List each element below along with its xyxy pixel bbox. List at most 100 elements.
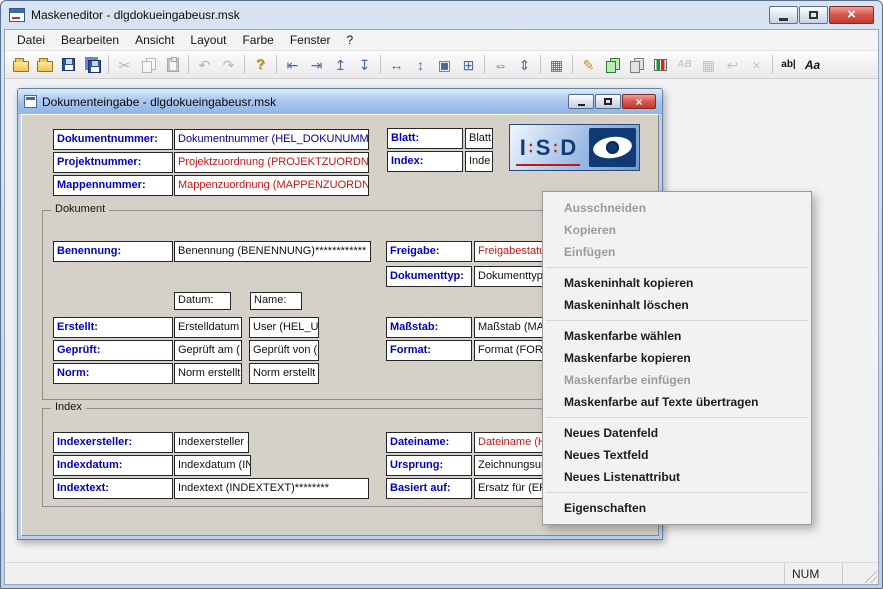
toolbar-separator: [188, 55, 189, 74]
same-width-icon: ↔: [390, 58, 404, 72]
context-item-maskeninhalt-löschen[interactable]: Maskeninhalt löschen: [544, 294, 810, 316]
mask-header-datum[interactable]: Datum:: [174, 292, 231, 310]
center-button[interactable]: ⊞: [457, 53, 480, 76]
same-size-button[interactable]: ▣: [433, 53, 456, 76]
child-maximize-button[interactable]: [595, 94, 621, 109]
context-item-neues-datenfeld[interactable]: Neues Datenfeld: [544, 422, 810, 444]
child-minimize-button[interactable]: [568, 94, 594, 109]
mask-field-indexersteller[interactable]: Indexersteller (: [174, 432, 249, 453]
align-left-button[interactable]: ⇤: [281, 53, 304, 76]
menu-datei[interactable]: Datei: [9, 31, 53, 49]
mask-header-name[interactable]: Name:: [250, 292, 302, 310]
mask-field-projektzuordnung[interactable]: Projektzuordnung (PROJEKTZUORDN: [174, 152, 369, 173]
grid-small-icon: ▦: [702, 58, 715, 72]
mask-field-indexdatum[interactable]: Indexdatum (IN: [174, 455, 251, 476]
main-titlebar[interactable]: Maskeneditor - dlgdokueingabeusr.msk ×: [1, 1, 882, 29]
mask-label-basiert-auf[interactable]: Basiert auf:: [386, 478, 472, 499]
mask-label-dateiname[interactable]: Dateiname:: [386, 432, 472, 453]
mask-field-index[interactable]: Inde: [465, 151, 493, 172]
resize-grip[interactable]: [862, 563, 878, 584]
mask-field-dokumentnummer[interactable]: Dokumentnummer (HEL_DOKUNUMME: [174, 129, 369, 150]
isd-logo[interactable]: I∶S∶D: [509, 124, 640, 171]
align-top-icon: ↥: [335, 58, 347, 72]
mask-label-ursprung[interactable]: Ursprung:: [386, 455, 472, 476]
mask-label-massstab[interactable]: Maßstab:: [386, 317, 472, 338]
align-right-button[interactable]: ⇥: [305, 53, 328, 76]
new-textfield-button[interactable]: Aa: [801, 53, 824, 76]
mask-label-geprueft[interactable]: Geprüft:: [53, 340, 173, 361]
help-button[interactable]: ?: [249, 53, 272, 76]
mask-field-norm-name[interactable]: Norm erstellt: [249, 363, 319, 384]
same-width-button[interactable]: ↔: [385, 53, 408, 76]
mask-label-norm[interactable]: Norm:: [53, 363, 173, 384]
tab-order-button[interactable]: ▦: [545, 53, 568, 76]
mask-label-mappennummer[interactable]: Mappennummer:: [53, 175, 173, 196]
menu-farbe[interactable]: Farbe: [234, 31, 281, 49]
menu-bearbeiten[interactable]: Bearbeiten: [53, 31, 127, 49]
save-all-button[interactable]: [81, 53, 104, 76]
space-across-button[interactable]: ⇔: [489, 53, 512, 76]
context-menu-separator: [546, 267, 808, 268]
cut-button: ✂: [113, 53, 136, 76]
context-item-maskeninhalt-kopieren[interactable]: Maskeninhalt kopieren: [544, 272, 810, 294]
mask-label-dokumenttyp[interactable]: Dokumenttyp:: [386, 266, 472, 287]
mask-label-indexdatum[interactable]: Indexdatum:: [53, 455, 173, 476]
copy-color-button[interactable]: [601, 53, 624, 76]
context-item-neues-listenattribut[interactable]: Neues Listenattribut: [544, 466, 810, 488]
mask-field-blatt[interactable]: Blatt: [465, 128, 493, 149]
align-bottom-button[interactable]: ↧: [353, 53, 376, 76]
close-button[interactable]: ×: [829, 6, 874, 24]
redo-icon: ↷: [223, 58, 235, 72]
mask-label-erstellt[interactable]: Erstellt:: [53, 317, 173, 338]
mask-label-indextext[interactable]: Indextext:: [53, 478, 173, 499]
context-item-maskenfarbe-wählen[interactable]: Maskenfarbe wählen: [544, 325, 810, 347]
mask-field-geprueft-am[interactable]: Geprüft am (: [174, 340, 242, 361]
save-button[interactable]: [57, 53, 80, 76]
new-datafield-button[interactable]: ab|: [777, 53, 800, 76]
minimize-button[interactable]: [769, 6, 798, 24]
open-file-button[interactable]: [33, 53, 56, 76]
mask-field-erstelldatum[interactable]: Erstelldatum: [174, 317, 242, 338]
same-height-button[interactable]: ↕: [409, 53, 432, 76]
mask-field-norm-datum[interactable]: Norm erstellt: [174, 363, 242, 384]
folder-icon: [37, 61, 53, 72]
maximize-button[interactable]: [799, 6, 828, 24]
mask-color-button[interactable]: ✎: [577, 53, 600, 76]
context-item-maskenfarbe-auf-texte-übertragen[interactable]: Maskenfarbe auf Texte übertragen: [544, 391, 810, 413]
mask-label-indexersteller[interactable]: Indexersteller:: [53, 432, 173, 453]
minimize-icon: [779, 18, 788, 21]
mask-label-freigabe[interactable]: Freigabe:: [386, 241, 472, 262]
mask-label-projektnummer[interactable]: Projektnummer:: [53, 152, 173, 173]
mask-label-blatt[interactable]: Blatt:: [387, 128, 463, 149]
mask-label-format[interactable]: Format:: [386, 340, 472, 361]
hicad-button[interactable]: [649, 53, 672, 76]
mask-field-mappenzuordnung[interactable]: Mappenzuordnung (MAPPENZUORDN: [174, 175, 369, 196]
menu-fenster[interactable]: Fenster: [282, 31, 339, 49]
child-close-button[interactable]: ×: [622, 94, 656, 109]
context-item-neues-textfeld[interactable]: Neues Textfeld: [544, 444, 810, 466]
mask-label-dokumentnummer[interactable]: Dokumentnummer:: [53, 129, 173, 150]
pages-green-icon: [606, 58, 620, 72]
flag-icon: [654, 59, 667, 71]
floppy-multi-icon: [88, 60, 101, 73]
menu-layout[interactable]: Layout: [182, 31, 234, 49]
context-item-maskenfarbe-kopieren[interactable]: Maskenfarbe kopieren: [544, 347, 810, 369]
mask-label-index[interactable]: Index:: [387, 151, 463, 172]
help-icon: ?: [256, 57, 265, 72]
mask-field-ersteller-user[interactable]: User (HEL_U: [249, 317, 319, 338]
menu-hilfe[interactable]: ?: [339, 31, 362, 49]
mask-field-indextext[interactable]: Indextext (INDEXTEXT)********: [174, 478, 369, 499]
mask-label-benennung[interactable]: Benennung:: [53, 241, 173, 262]
mask-field-geprueft-von[interactable]: Geprüft von (: [249, 340, 319, 361]
menu-ansicht[interactable]: Ansicht: [127, 31, 182, 49]
undo-icon: ↶: [199, 58, 211, 72]
paste-color-button[interactable]: [625, 53, 648, 76]
pencil-icon: ✎: [583, 58, 595, 72]
reset-button: ↩: [721, 53, 744, 76]
open-mask-button[interactable]: [9, 53, 32, 76]
mask-field-benennung[interactable]: Benennung (BENENNUNG)************: [174, 241, 371, 262]
align-top-button[interactable]: ↥: [329, 53, 352, 76]
space-down-button[interactable]: ⇕: [513, 53, 536, 76]
child-titlebar[interactable]: Dokumenteingabe - dlgdokueingabeusr.msk …: [18, 89, 662, 114]
context-item-eigenschaften[interactable]: Eigenschaften: [544, 497, 810, 519]
